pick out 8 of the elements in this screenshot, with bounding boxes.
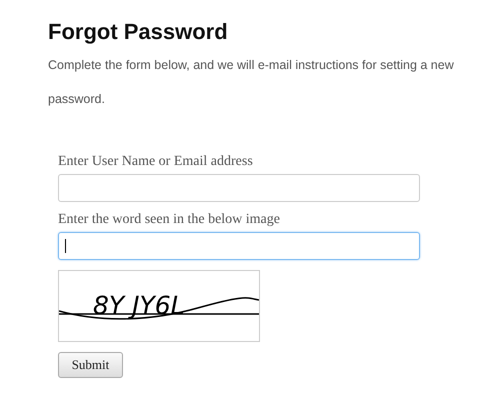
input-field[interactable] [58,174,420,202]
input-field[interactable] [58,232,420,260]
description: Complete the form below, and we will e-mail instructions for setting a new password. [48,57,455,108]
page-title: Forgot Password [48,18,229,46]
field-label: Enter the word seen in the below image [58,212,280,228]
field-label: Enter User Name or Email address [58,154,253,170]
text-caret [65,239,66,253]
submit-button[interactable]: Submit [58,352,123,378]
